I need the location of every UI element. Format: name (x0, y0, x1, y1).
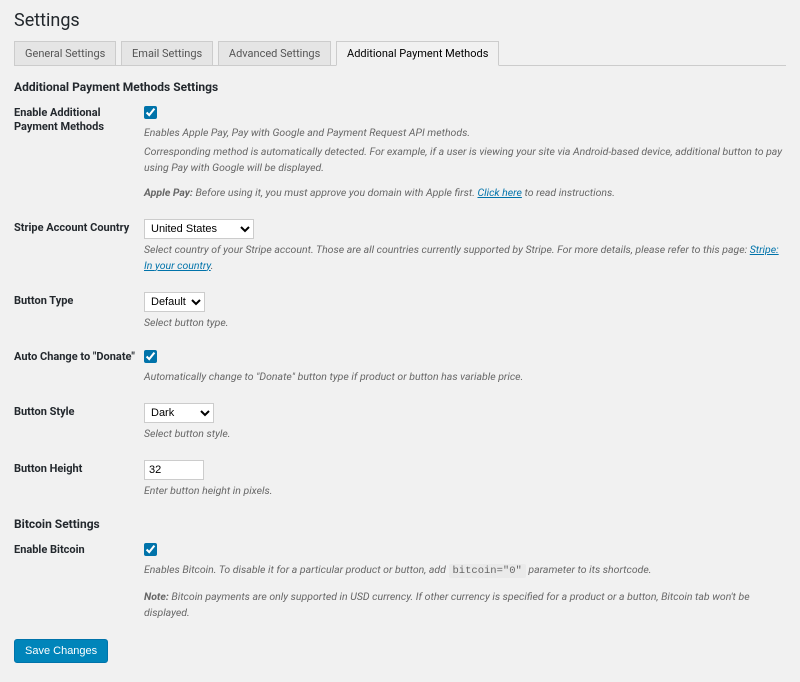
select-button-type[interactable]: Default (144, 292, 205, 312)
desc-button-height: Enter button height in pixels. (144, 483, 786, 499)
page-title: Settings (14, 10, 786, 31)
label-auto-change-donate: Auto Change to "Donate" (14, 348, 144, 364)
row-enable-bitcoin: Enable Bitcoin Enables Bitcoin. To disab… (14, 541, 786, 621)
row-auto-change-donate: Auto Change to "Donate" Automatically ch… (14, 348, 786, 385)
save-changes-button[interactable]: Save Changes (14, 639, 108, 663)
desc-button-type: Select button type. (144, 315, 786, 331)
link-apple-pay-instructions[interactable]: Click here (477, 186, 521, 199)
label-button-height: Button Height (14, 460, 144, 476)
label-enable-bitcoin: Enable Bitcoin (14, 541, 144, 557)
checkbox-enable-bitcoin[interactable] (144, 543, 157, 556)
desc-enable-apm-3: Apple Pay: Before using it, you must app… (144, 185, 786, 201)
label-stripe-country: Stripe Account Country (14, 219, 144, 235)
section-heading-bitcoin: Bitcoin Settings (14, 517, 786, 531)
section-heading-apm: Additional Payment Methods Settings (14, 80, 786, 94)
tab-additional-payment-methods[interactable]: Additional Payment Methods (336, 41, 499, 66)
desc-button-style: Select button style. (144, 426, 786, 442)
row-button-type: Button Type Default Select button type. (14, 292, 786, 331)
checkbox-auto-change-donate[interactable] (144, 350, 157, 363)
apple-pay-note-label: Apple Pay: (144, 186, 193, 199)
tab-email[interactable]: Email Settings (121, 41, 213, 66)
code-bitcoin-param: bitcoin="0" (449, 564, 526, 578)
desc-enable-apm-1: Enables Apple Pay, Pay with Google and P… (144, 125, 786, 141)
label-button-type: Button Type (14, 292, 144, 308)
label-enable-apm: Enable Additional Payment Methods (14, 104, 144, 135)
row-button-height: Button Height Enter button height in pix… (14, 460, 786, 499)
desc-enable-bitcoin-2: Note: Bitcoin payments are only supporte… (144, 589, 786, 621)
nav-tabs: General Settings Email Settings Advanced… (14, 41, 786, 66)
row-stripe-country: Stripe Account Country United States Sel… (14, 219, 786, 274)
tab-general[interactable]: General Settings (14, 41, 116, 66)
label-button-style: Button Style (14, 403, 144, 419)
bitcoin-note-label: Note: (144, 590, 169, 603)
tab-advanced[interactable]: Advanced Settings (218, 41, 331, 66)
row-enable-apm: Enable Additional Payment Methods Enable… (14, 104, 786, 201)
desc-enable-bitcoin-1: Enables Bitcoin. To disable it for a par… (144, 562, 786, 580)
row-button-style: Button Style Dark Select button style. (14, 403, 786, 442)
desc-auto-change-donate: Automatically change to "Donate" button … (144, 369, 786, 385)
input-button-height[interactable] (144, 460, 204, 480)
select-stripe-country[interactable]: United States (144, 219, 254, 239)
desc-stripe-country: Select country of your Stripe account. T… (144, 242, 786, 274)
select-button-style[interactable]: Dark (144, 403, 214, 423)
desc-enable-apm-2: Corresponding method is automatically de… (144, 144, 786, 176)
checkbox-enable-apm[interactable] (144, 106, 157, 119)
